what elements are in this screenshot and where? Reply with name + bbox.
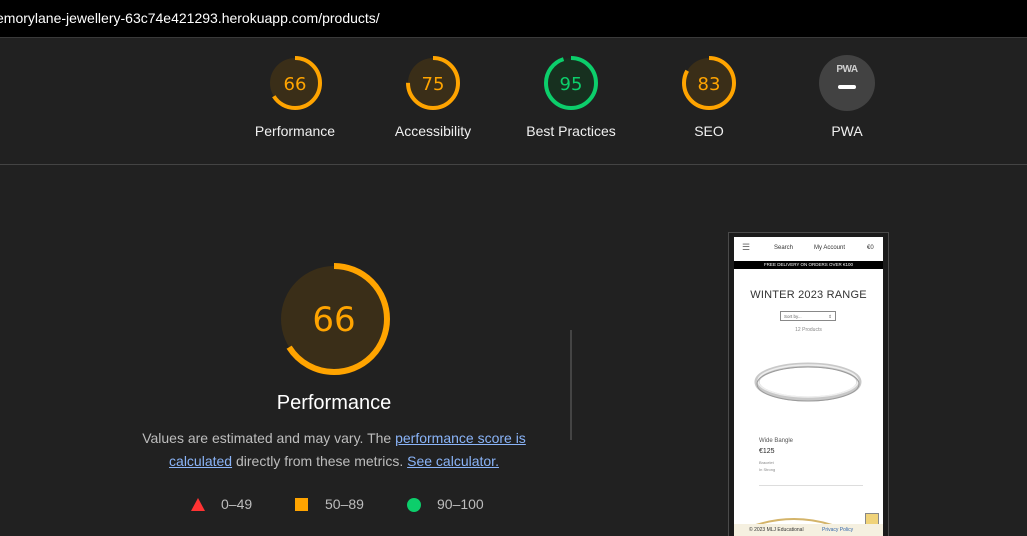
page-screenshot-thumbnail[interactable]: ☰ Search My Account €0 FREE DELIVERY ON … bbox=[728, 232, 889, 536]
preview-search-link: Search bbox=[774, 245, 794, 251]
legend-range: 50–89 bbox=[325, 496, 364, 512]
gauge-performance[interactable]: 66 Performance bbox=[235, 55, 355, 139]
address-bar[interactable]: emorylane-jewellery-63c74e421293.herokua… bbox=[0, 0, 1027, 38]
gauge-label: SEO bbox=[694, 123, 724, 139]
performance-gauge-icon: 66 bbox=[268, 56, 322, 110]
preview-divider bbox=[759, 485, 863, 486]
url-text[interactable]: emorylane-jewellery-63c74e421293.herokua… bbox=[0, 10, 380, 26]
mobile-page-preview: ☰ Search My Account €0 FREE DELIVERY ON … bbox=[734, 237, 883, 536]
performance-title: Performance bbox=[276, 392, 392, 414]
triangle-icon bbox=[191, 498, 205, 511]
description-text: directly from these metrics. bbox=[232, 453, 408, 469]
gauge-score: 95 bbox=[560, 74, 583, 95]
gauge-best-practices[interactable]: 95 Best Practices bbox=[511, 55, 631, 139]
preview-heading: WINTER 2023 RANGE bbox=[750, 289, 867, 301]
preview-copyright: © 2023 MLJ Educational bbox=[749, 527, 804, 533]
see-calculator-link[interactable]: See calculator. bbox=[407, 453, 499, 469]
gauge-label: Performance bbox=[254, 123, 336, 139]
preview-product-name: Wide Bangle bbox=[759, 438, 794, 444]
gauge-label: Accessibility bbox=[394, 123, 472, 139]
preview-account-link: My Account bbox=[814, 245, 846, 251]
performance-big-gauge-icon: 66 bbox=[278, 263, 390, 375]
accessibility-gauge-icon: 75 bbox=[406, 56, 460, 110]
gauge-label: PWA bbox=[831, 123, 863, 139]
gauge-score: 75 bbox=[422, 74, 445, 95]
bangle-image-icon bbox=[754, 362, 862, 402]
pwa-dash-icon bbox=[838, 85, 856, 89]
preview-footer: © 2023 MLJ Educational Privacy Policy bbox=[734, 524, 883, 536]
best-practices-gauge-icon: 95 bbox=[544, 56, 598, 110]
preview-product-category: Bracelet bbox=[759, 460, 774, 465]
gauge-score: 66 bbox=[284, 74, 307, 95]
description-text: Values are estimated and may vary. The bbox=[142, 430, 396, 446]
preview-sort-select: Sort by... ⇕ bbox=[780, 311, 836, 321]
vertical-divider bbox=[570, 330, 572, 440]
gauge-score: 83 bbox=[698, 74, 721, 95]
preview-navbar: ☰ Search My Account €0 bbox=[734, 237, 883, 259]
seo-gauge-icon: 83 bbox=[682, 56, 736, 110]
legend-range: 90–100 bbox=[437, 496, 484, 512]
square-icon bbox=[295, 498, 308, 511]
pwa-badge-icon: PWA bbox=[819, 55, 875, 111]
legend-range: 0–49 bbox=[221, 496, 253, 512]
preview-product-count: 12 Products bbox=[795, 327, 822, 333]
performance-big-gauge: 66 bbox=[277, 262, 391, 381]
circle-icon bbox=[407, 498, 421, 512]
preview-cart-total: €0 bbox=[867, 245, 874, 251]
category-scores: 66 Performance 75 Accessibility 95 Best … bbox=[0, 38, 1027, 165]
pwa-badge-text: PWA bbox=[836, 64, 858, 75]
performance-description: Values are estimated and may vary. The p… bbox=[134, 427, 534, 473]
preview-sort-label: Sort by... bbox=[784, 314, 802, 319]
preview-privacy-link: Privacy Policy bbox=[822, 527, 854, 533]
gauge-accessibility[interactable]: 75 Accessibility bbox=[373, 55, 493, 139]
hamburger-menu-icon: ☰ bbox=[742, 242, 751, 252]
gauge-seo[interactable]: 83 SEO bbox=[649, 55, 769, 139]
preview-product-tag: In Strong bbox=[759, 467, 776, 472]
gauge-label: Best Practices bbox=[526, 123, 616, 139]
gauge-pwa[interactable]: PWA PWA bbox=[787, 55, 907, 139]
performance-score: 66 bbox=[312, 300, 355, 340]
preview-delivery-banner: FREE DELIVERY ON ORDERS OVER €100 bbox=[734, 261, 883, 269]
preview-product-price: €125 bbox=[759, 448, 775, 455]
select-arrows-icon: ⇕ bbox=[828, 314, 832, 319]
